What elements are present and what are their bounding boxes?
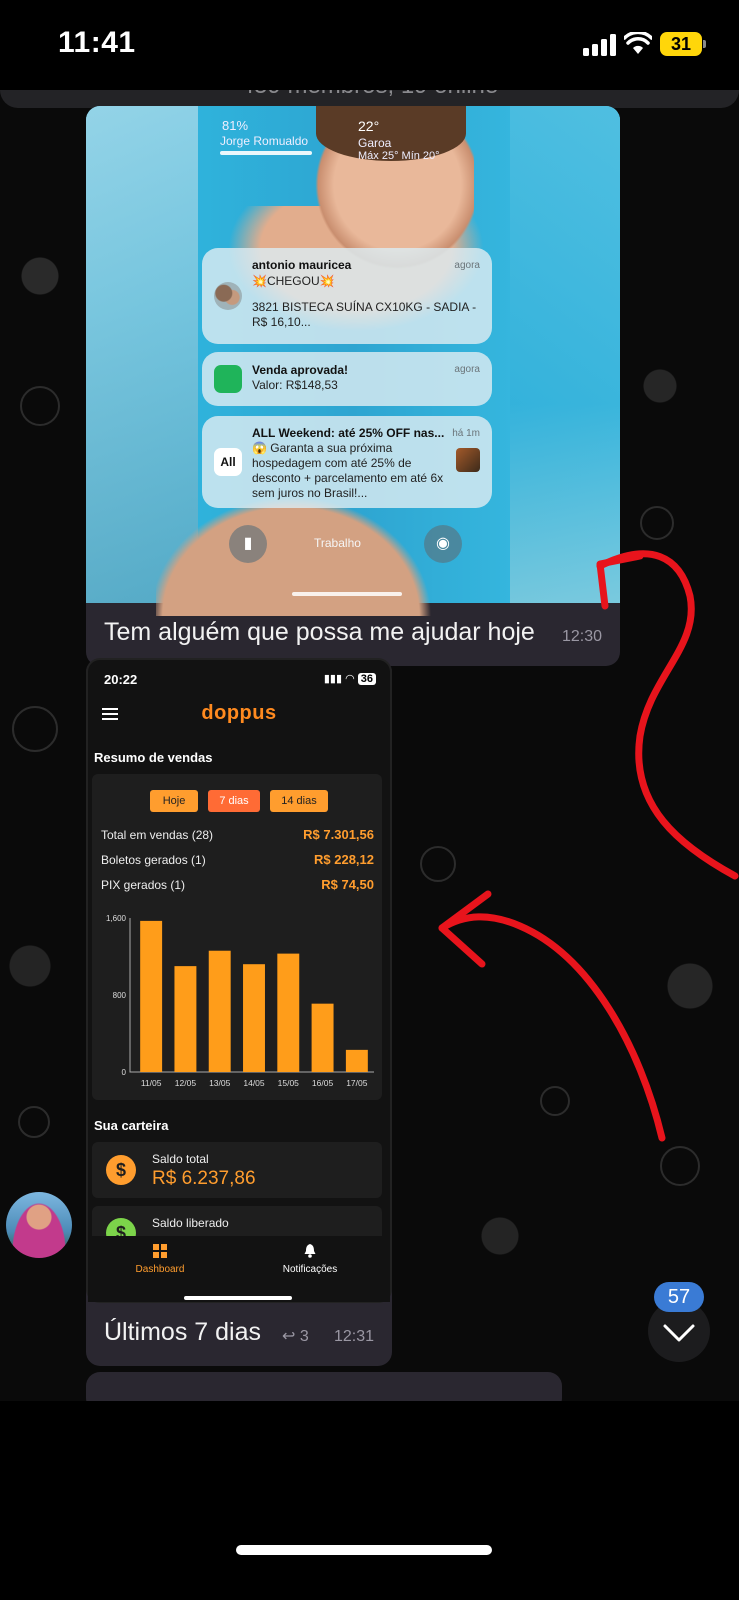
- home-indicator: [236, 1545, 492, 1555]
- red-arrow-lower: [438, 913, 666, 1142]
- battery-level: 31: [660, 32, 702, 56]
- annotation-arrows: [438, 550, 739, 1142]
- battery-icon: 31: [660, 32, 706, 56]
- red-arrow-upper: [596, 550, 739, 880]
- clock: 11:41: [58, 26, 136, 59]
- cellular-signal-icon: [583, 34, 616, 56]
- bottom-safe-area: [0, 1401, 739, 1600]
- chat-area[interactable]: 459 membros, 19 online 81% Jorge Romuald…: [0, 86, 739, 1401]
- wifi-icon: [624, 32, 652, 54]
- status-bar: 11:41 31: [0, 0, 739, 90]
